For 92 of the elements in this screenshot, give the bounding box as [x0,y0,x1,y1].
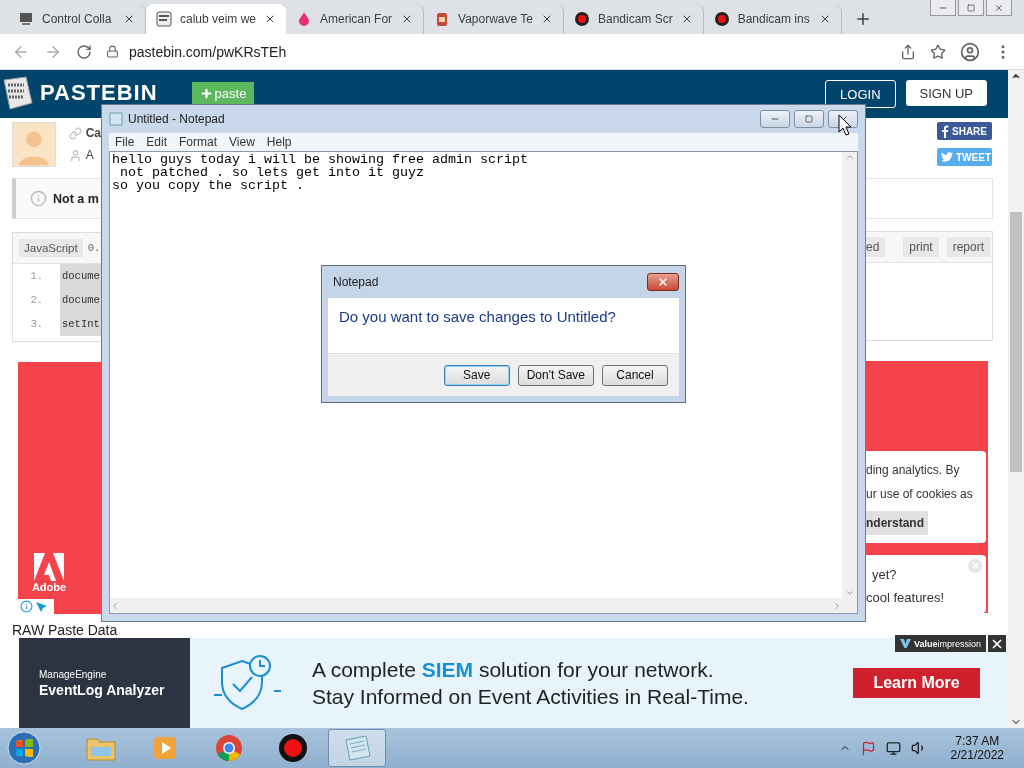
record-icon [573,11,590,27]
share-icon[interactable] [900,43,916,60]
dialog-message: Do you want to save changes to Untitled? [338,307,617,327]
window-title: Untitled - Notepad [128,112,225,126]
promo-text: cool features! [866,589,946,605]
maximize-icon [805,115,813,123]
cookie-text: ding analytics. By [866,463,961,477]
accept-button[interactable]: nderstand [866,511,928,535]
learn-more-button[interactable]: Learn More [853,668,980,698]
line-number: 3. [29,318,44,330]
author-name[interactable]: A [85,148,94,162]
v-logo-icon [899,639,911,648]
adobe-logo-icon [34,553,64,581]
clock[interactable]: 7:37 AM 2/21/2022 [950,734,1004,762]
scroll-right-icon[interactable] [832,600,842,611]
link-icon [68,126,82,140]
toolbar-button[interactable]: report [946,237,991,257]
browser-tab[interactable]: Vaporwave Te [424,4,564,34]
share-button[interactable]: SHARE [937,122,992,140]
dialog-title: Notepad [333,275,379,289]
folder-icon [86,735,116,761]
info-icon [30,190,47,207]
scroll-down-icon[interactable] [844,588,855,598]
section-heading: RAW Paste Data [11,622,119,638]
menu-item[interactable]: File [109,135,141,149]
toolbar-button[interactable]: ed [866,237,886,257]
notepad-icon [342,734,372,762]
ad-info-icon[interactable] [20,600,33,613]
close-icon[interactable] [123,13,135,25]
minimize-button[interactable] [930,0,956,16]
maximize-button[interactable] [794,110,824,128]
notepad-icon [109,112,123,126]
close-icon [657,276,669,288]
notice-text: Not a m [53,191,99,206]
line-number: 1. [29,270,44,282]
network-icon[interactable] [885,740,901,756]
dialog-button[interactable]: Don't Save [517,364,594,386]
binary-document-icon [2,76,34,110]
facebook-icon [941,124,949,138]
ad-network-name: Valueimpression [913,638,981,649]
avatar-icon [12,122,56,167]
address-field[interactable]: pastebin.com/pwKRsTEh [129,43,287,60]
ad-network-badge[interactable]: Valueimpression [894,635,986,652]
ad-brand-label: ManageEngine [39,668,108,680]
ad-brand: Adobe [31,581,67,593]
close-icon [970,561,980,571]
record-icon [278,733,308,763]
profile-icon[interactable] [960,41,980,62]
sign-up-button[interactable]: SIGN UP [905,80,987,106]
bookmark-star-icon[interactable] [930,43,946,60]
bird-icon [941,152,953,162]
play-icon [152,735,178,761]
close-button[interactable] [647,273,679,291]
ad-choices-icon[interactable] [35,600,48,613]
record-icon [713,11,730,27]
start-button[interactable] [6,730,42,766]
paste-title: Ca [85,126,101,140]
paste-size: 0. [87,242,101,254]
computer-icon [18,11,34,27]
dialog-button[interactable]: Cancel [602,364,668,386]
browser-tab[interactable]: calub veim we [146,4,287,34]
ad-headline: A complete SIEM solution for your network. [312,657,715,682]
chrome-icon [215,734,243,762]
menu-item[interactable]: Help [260,135,298,149]
line-number: 2. [29,294,44,306]
close-icon [994,2,1004,13]
browser-tab[interactable]: Bandicam Scr [563,4,704,34]
dialog-button[interactable]: Save [443,364,510,386]
plus-icon [199,86,213,100]
scroll-thumb[interactable] [1010,212,1022,472]
scroll-left-icon[interactable] [110,600,120,611]
lock-icon [106,45,119,58]
ad-product-name: EventLog Analyzer [39,681,166,698]
restore-button[interactable] [958,0,984,16]
close-button[interactable] [988,635,1006,652]
browser-tab[interactable]: Bandicam ins [703,4,842,34]
binary-document-icon [156,11,172,27]
restore-icon [967,3,975,12]
toolbar-button[interactable]: print [903,237,939,257]
flag-icon[interactable] [860,740,876,756]
menu-item[interactable]: Format [173,135,224,149]
site-logo[interactable]: PASTEBIN [40,80,158,106]
syntax-tag[interactable]: JavaScript [19,239,83,257]
reload-icon[interactable] [76,43,92,60]
menu-item[interactable]: View [223,135,261,149]
ad-subline: Stay Informed on Event Activities in Real-Time. [312,684,749,709]
cookie-text: ur use of cookies as [866,487,974,501]
menu-item[interactable]: Edit [140,135,174,149]
user-icon [68,148,82,162]
promo-text: yet? [871,566,898,582]
browser-tab[interactable]: American For [286,4,425,34]
minimize-button[interactable] [760,110,790,128]
